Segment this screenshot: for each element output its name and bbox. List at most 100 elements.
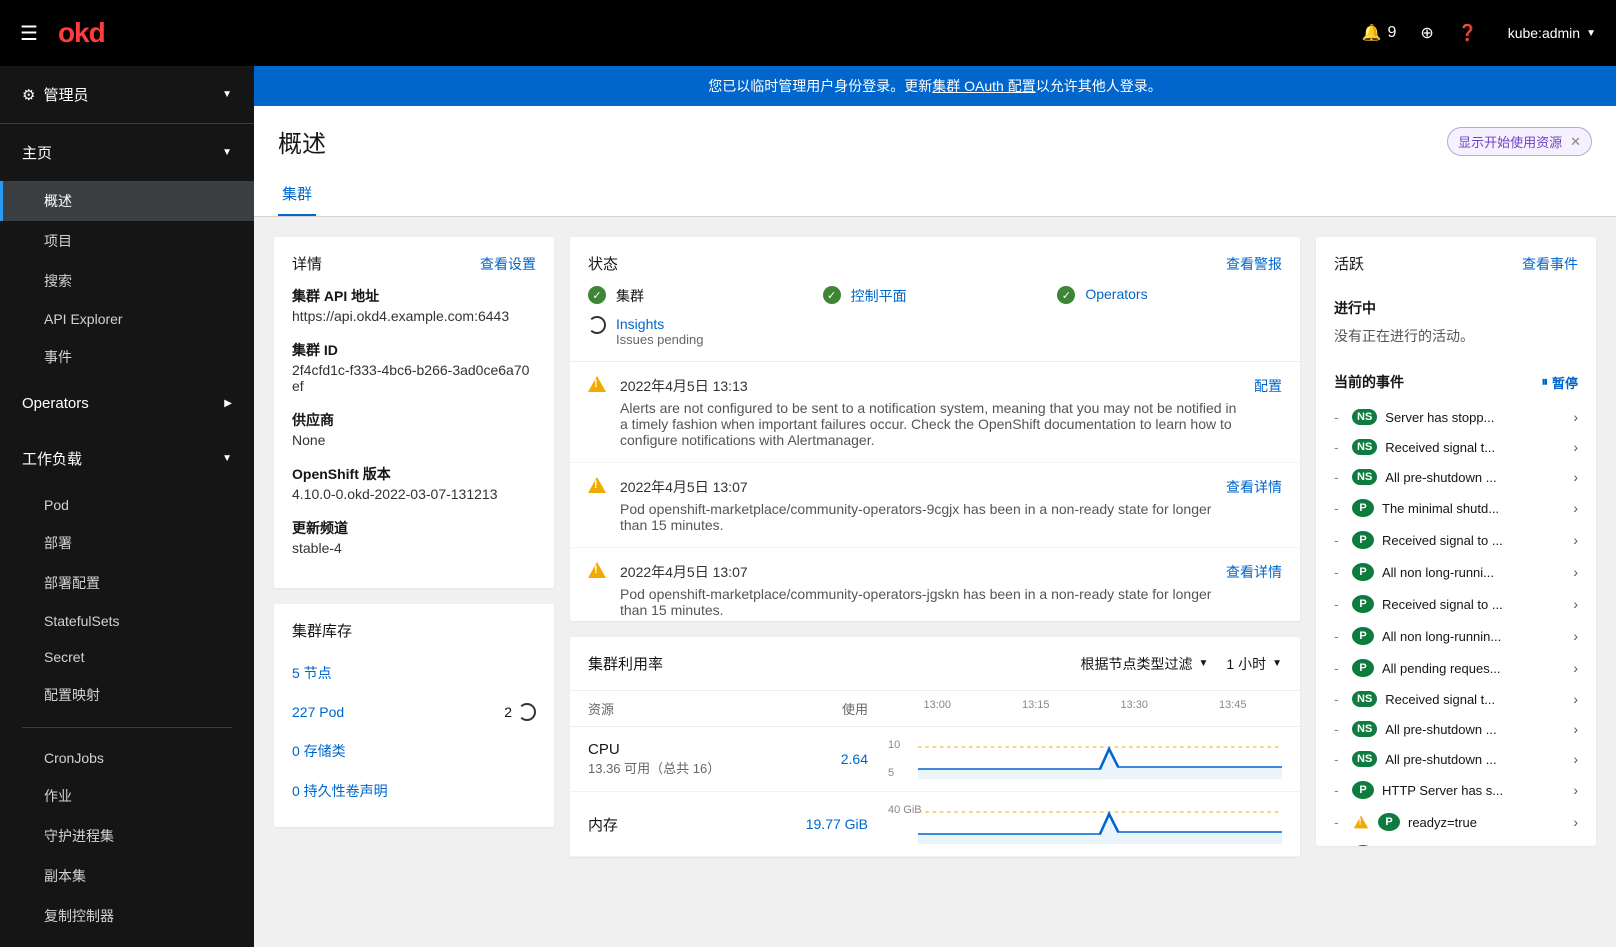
nav-section-workloads[interactable]: 工作负载 ▼ bbox=[0, 430, 254, 487]
alert-message: Pod openshift-marketplace/community-oper… bbox=[620, 501, 1212, 533]
oauth-config-link[interactable]: 集群 OAuth 配置 bbox=[932, 78, 1035, 94]
dash: - bbox=[1334, 564, 1344, 580]
chevron-down-icon: ▼ bbox=[222, 89, 232, 100]
chevron-down-icon: ▼ bbox=[1199, 658, 1209, 669]
alert-action-link[interactable]: 查看详情 bbox=[1226, 562, 1282, 618]
nav-section-home[interactable]: 主页 ▼ bbox=[0, 124, 254, 181]
event-text: Server has stopp... bbox=[1385, 410, 1565, 425]
hamburger-icon[interactable]: ☰ bbox=[20, 21, 38, 46]
filter-time-range[interactable]: 1 小时 ▼ bbox=[1226, 654, 1282, 674]
nav-item-statefulsets[interactable]: StatefulSets bbox=[0, 603, 254, 639]
status-link[interactable]: 控制平面 bbox=[851, 288, 907, 304]
namespace-badge: NS bbox=[1352, 691, 1377, 707]
alerts-list[interactable]: 2022年4月5日 13:13 Alerts are not configured… bbox=[570, 361, 1300, 621]
perspective-switcher[interactable]: ⚙管理员 ▼ bbox=[0, 66, 254, 124]
alert-action-link[interactable]: 配置 bbox=[1254, 376, 1282, 448]
event-row[interactable]: -PHTTP Server has s...› bbox=[1334, 774, 1578, 806]
event-row[interactable]: -PAll non long-runni...› bbox=[1334, 556, 1578, 588]
event-row[interactable]: -NSAll pre-shutdown ...› bbox=[1334, 714, 1578, 744]
event-row[interactable]: -NSServer has stopp...› bbox=[1334, 402, 1578, 432]
user-menu[interactable]: kube:admin▼ bbox=[1508, 25, 1596, 41]
event-row[interactable]: -PReceived signal to ...› bbox=[1334, 588, 1578, 620]
nav-section-operators[interactable]: Operators ▶ bbox=[0, 377, 254, 430]
view-events-link[interactable]: 查看事件 bbox=[1522, 254, 1578, 274]
nav-item-replication-controllers[interactable]: 复制控制器 bbox=[0, 896, 254, 936]
pod-badge: P bbox=[1352, 595, 1374, 613]
view-settings-link[interactable]: 查看设置 bbox=[480, 254, 536, 274]
nav-item-events[interactable]: 事件 bbox=[0, 337, 254, 377]
status-card: 状态 查看警报 ✓集群✓控制平面✓OperatorsInsightsIssues… bbox=[570, 237, 1300, 621]
detail-value: None bbox=[292, 432, 536, 448]
pod-badge: P bbox=[1352, 627, 1374, 645]
event-row[interactable]: -PReceived signal to ...› bbox=[1334, 838, 1578, 846]
nav-item-projects[interactable]: 项目 bbox=[0, 221, 254, 261]
event-row[interactable]: -PAll pending reques...› bbox=[1334, 652, 1578, 684]
event-row[interactable]: -NSAll pre-shutdown ...› bbox=[1334, 744, 1578, 774]
nav-item-search[interactable]: 搜索 bbox=[0, 261, 254, 301]
tab-cluster[interactable]: 集群 bbox=[278, 173, 316, 216]
add-icon[interactable]: ⊕ bbox=[1420, 23, 1433, 43]
status-link[interactable]: Insights bbox=[616, 316, 664, 332]
nav-item-secrets[interactable]: Secret bbox=[0, 639, 254, 675]
alert-action-link[interactable]: 查看详情 bbox=[1226, 477, 1282, 533]
event-text: Received signal to ... bbox=[1382, 533, 1565, 548]
status-link[interactable]: Operators bbox=[1085, 286, 1147, 302]
resource-value[interactable]: 2.64 bbox=[788, 751, 888, 767]
pause-icon: ⏸ bbox=[1541, 374, 1548, 390]
event-row[interactable]: -Preadyz=true› bbox=[1334, 806, 1578, 838]
help-icon[interactable]: ❓ bbox=[1458, 23, 1478, 43]
nav-item-deployment-configs[interactable]: 部署配置 bbox=[0, 563, 254, 603]
nav-item-jobs[interactable]: 作业 bbox=[0, 776, 254, 816]
resource-value[interactable]: 19.77 GiB bbox=[788, 816, 888, 832]
event-text: Received signal t... bbox=[1385, 440, 1565, 455]
dash: - bbox=[1334, 439, 1344, 455]
dash: - bbox=[1334, 409, 1344, 425]
chevron-right-icon: › bbox=[1573, 782, 1578, 798]
recent-events-label: 当前的事件 bbox=[1334, 372, 1404, 392]
detail-key: 供应商 bbox=[292, 410, 536, 430]
nav-item-daemonsets[interactable]: 守护进程集 bbox=[0, 816, 254, 856]
namespace-badge: NS bbox=[1352, 469, 1377, 485]
logo[interactable]: okd bbox=[58, 17, 105, 49]
event-row[interactable]: -NSReceived signal t...› bbox=[1334, 432, 1578, 462]
nav-item-configmaps[interactable]: 配置映射 bbox=[0, 675, 254, 715]
col-usage: 使用 bbox=[788, 699, 888, 718]
event-text: Received signal t... bbox=[1385, 692, 1565, 707]
time-label: 13:15 bbox=[1022, 699, 1050, 718]
detail-value: https://api.okd4.example.com:6443 bbox=[292, 308, 536, 324]
status-sub: Issues pending bbox=[616, 332, 703, 347]
inventory-link[interactable]: 0 持久性卷声明 bbox=[292, 781, 388, 801]
divider bbox=[22, 727, 232, 728]
event-row[interactable]: -PThe minimal shutd...› bbox=[1334, 492, 1578, 524]
detail-key: 集群 ID bbox=[292, 340, 536, 360]
spinner-icon bbox=[588, 316, 606, 334]
close-icon[interactable]: ✕ bbox=[1570, 134, 1581, 150]
view-alerts-link[interactable]: 查看警报 bbox=[1226, 254, 1282, 274]
filter-node-type[interactable]: 根据节点类型过滤 ▼ bbox=[1081, 654, 1209, 674]
dash: - bbox=[1334, 691, 1344, 707]
alert-message: Alerts are not configured to be sent to … bbox=[620, 400, 1240, 448]
pause-button[interactable]: ⏸暂停 bbox=[1541, 373, 1578, 392]
getting-started-hint[interactable]: 显示开始使用资源 ✕ bbox=[1447, 127, 1592, 156]
namespace-badge: NS bbox=[1352, 721, 1377, 737]
inventory-link[interactable]: 227 Pod bbox=[292, 704, 344, 720]
event-row[interactable]: -NSReceived signal t...› bbox=[1334, 684, 1578, 714]
pod-badge: P bbox=[1352, 499, 1374, 517]
nav-item-deployments[interactable]: 部署 bbox=[0, 523, 254, 563]
nav-item-pods[interactable]: Pod bbox=[0, 487, 254, 523]
event-row[interactable]: -PAll non long-runnin...› bbox=[1334, 620, 1578, 652]
event-row[interactable]: -PReceived signal to ...› bbox=[1334, 524, 1578, 556]
dash: - bbox=[1334, 628, 1344, 644]
notifications-icon[interactable]: 🔔 9 bbox=[1362, 23, 1397, 43]
inventory-link[interactable]: 0 存储类 bbox=[292, 741, 346, 761]
chevron-right-icon: › bbox=[1573, 532, 1578, 548]
nav-item-api-explorer[interactable]: API Explorer bbox=[0, 301, 254, 337]
nav-item-overview[interactable]: 概述 bbox=[0, 181, 254, 221]
nav-item-cronjobs[interactable]: CronJobs bbox=[0, 740, 254, 776]
nav-item-replicasets[interactable]: 副本集 bbox=[0, 856, 254, 896]
event-text: All pending reques... bbox=[1382, 661, 1565, 676]
resource-name: 内存 bbox=[588, 814, 788, 835]
inventory-link[interactable]: 5 节点 bbox=[292, 663, 332, 683]
alert-time: 2022年4月5日 13:13 bbox=[620, 376, 1240, 396]
event-row[interactable]: -NSAll pre-shutdown ...› bbox=[1334, 462, 1578, 492]
